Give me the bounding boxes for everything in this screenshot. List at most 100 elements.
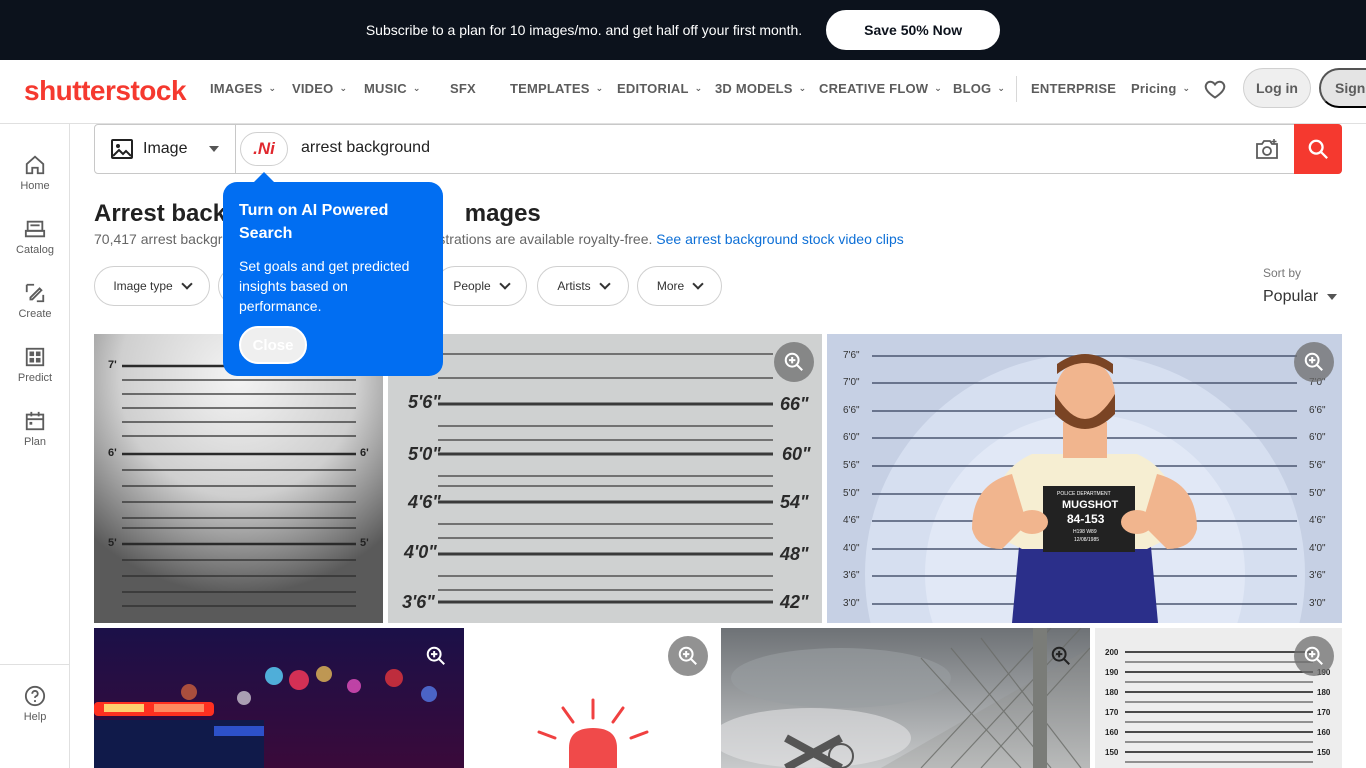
ai-search-tooltip: Turn on AI Powered Search Set goals and …: [223, 172, 443, 376]
zoom-button[interactable]: [1041, 636, 1081, 676]
lineup-label: 7'6": [843, 350, 860, 361]
chevron-down-icon: [692, 278, 704, 290]
nav-divider: [1016, 76, 1017, 102]
lineup-label: 160: [1317, 728, 1331, 737]
lineup-label: 3'0": [1309, 598, 1326, 609]
chevron-down-icon: ⌄: [268, 83, 277, 93]
predict-icon: [25, 347, 45, 367]
search-button[interactable]: [1294, 124, 1342, 174]
shutterstock-logo[interactable]: shutterstock: [24, 75, 187, 107]
lineup-label: 4'0": [1309, 543, 1326, 554]
login-button[interactable]: Log in: [1243, 68, 1311, 108]
nav-pricing[interactable]: Pricing ⌄: [1131, 81, 1190, 96]
home-icon: [25, 155, 45, 175]
chevron-down-icon: [181, 278, 193, 290]
ai-search-toggle[interactable]: .Ni: [240, 132, 288, 166]
search-type-dropdown[interactable]: Image: [95, 125, 236, 173]
zoom-button[interactable]: [668, 636, 708, 676]
sign-number: 84-153: [1067, 512, 1105, 526]
sign-stats: H198 W89: [1073, 529, 1097, 535]
signup-button[interactable]: Sign: [1319, 68, 1366, 108]
heart-icon[interactable]: [1203, 77, 1227, 101]
lineup-label: 4'6": [843, 515, 860, 526]
image-result-prison-fence[interactable]: [721, 628, 1090, 768]
lineup-label: 3'6": [402, 592, 435, 612]
nav-3d-models[interactable]: 3D MODELS ⌄: [715, 81, 806, 96]
camera-search-icon[interactable]: [1255, 138, 1279, 160]
image-result-police-lights[interactable]: [94, 628, 464, 768]
lineup-label: 7': [108, 359, 117, 371]
lineup-label: 48": [780, 544, 809, 564]
nav-blog[interactable]: BLOG ⌄: [953, 81, 1005, 96]
image-result-lineup-wall[interactable]: 5'6" 5'0" 4'6" 4'0" 3'6" 66" 60" 54" 48"…: [388, 334, 822, 623]
sidebar-item-home[interactable]: Home: [0, 154, 70, 192]
sort-dropdown[interactable]: Popular: [1263, 288, 1338, 306]
image-result-lineup-spotlight[interactable]: 7' 6' 5' 6' 5': [94, 334, 383, 623]
tooltip-body: Set goals and get predicted insights bas…: [239, 258, 410, 314]
lineup-label: 150: [1317, 748, 1331, 757]
zoom-button[interactable]: [774, 342, 814, 382]
tooltip-title: Turn on AI Powered Search: [239, 202, 389, 242]
tooltip-close-button[interactable]: Close: [239, 326, 307, 364]
promo-text: Subscribe to a plan for 10 images/mo. an…: [365, 22, 803, 38]
nav-editorial[interactable]: EDITORIAL ⌄: [617, 81, 702, 96]
lineup-label: 54": [780, 492, 809, 512]
prison-fence-image: [721, 628, 1090, 768]
image-result-siren[interactable]: [469, 628, 716, 768]
chevron-down-icon: ⌄: [339, 83, 348, 93]
lineup-label: 190: [1105, 668, 1119, 677]
promo-banner: Subscribe to a plan for 10 images/mo. an…: [0, 0, 1366, 60]
lineup-wall-image: [388, 334, 822, 623]
zoom-button[interactable]: [1294, 342, 1334, 382]
lineup-label: 6': [360, 447, 369, 459]
nav-sfx[interactable]: SFX: [450, 81, 476, 96]
lineup-label: 170: [1317, 708, 1331, 717]
sidebar-item-plan[interactable]: Plan: [0, 410, 70, 448]
lineup-label: 5'6": [408, 392, 441, 412]
lineup-label: 180: [1317, 688, 1331, 697]
search-bar: Image .Ni: [94, 124, 1342, 174]
sidebar-help-section: Help: [0, 664, 70, 768]
sidebar-item-create[interactable]: Create: [0, 282, 70, 320]
video-clips-link[interactable]: See arrest background stock video clips: [656, 231, 903, 247]
filter-image-type[interactable]: Image type: [94, 266, 210, 306]
search-input[interactable]: [301, 139, 1201, 157]
filter-more[interactable]: More: [637, 266, 722, 306]
nav-music[interactable]: MUSIC ⌄: [364, 81, 421, 96]
sidebar-item-predict[interactable]: Predict: [0, 346, 70, 384]
search-icon: [1308, 139, 1328, 159]
zoom-button[interactable]: [1294, 636, 1334, 676]
calendar-icon: [25, 411, 45, 431]
lineup-spotlight-image: [94, 334, 383, 623]
nav-creative-flow[interactable]: CREATIVE FLOW ⌄: [819, 81, 942, 96]
lineup-label: 5'0": [843, 488, 860, 499]
lineup-label: 6'0": [1309, 432, 1326, 443]
image-result-lineup-cm[interactable]: 200 190 180 170 160 150 190 180 170 160 …: [1095, 628, 1342, 768]
nav-video[interactable]: VIDEO ⌄: [292, 81, 347, 96]
sign-date: 12/08/1985: [1074, 537, 1100, 543]
zoom-in-icon: [784, 352, 803, 371]
sign-title: MUGSHOT: [1062, 499, 1119, 511]
lineup-label: 6': [108, 447, 117, 459]
lineup-label: 150: [1105, 748, 1119, 757]
filter-people[interactable]: People: [435, 266, 527, 306]
chevron-down-icon: ⌄: [997, 83, 1006, 93]
nav-images[interactable]: IMAGES ⌄: [210, 81, 276, 96]
save-50-button[interactable]: Save 50% Now: [826, 10, 1001, 50]
zoom-in-icon: [1051, 646, 1070, 665]
lineup-label: 6'0": [843, 432, 860, 443]
chevron-down-icon: [499, 278, 511, 290]
left-sidebar: Home Catalog Create Predict Plan Help: [0, 124, 70, 768]
zoom-button[interactable]: [416, 636, 456, 676]
lineup-label: 7'0": [843, 377, 860, 388]
sidebar-item-catalog[interactable]: Catalog: [0, 218, 70, 256]
chevron-down-icon: [599, 278, 611, 290]
image-result-mugshot-illustration[interactable]: POLICE DEPARTMENT MUGSHOT 84-153 H198 W8…: [827, 334, 1342, 623]
lineup-label: 180: [1105, 688, 1119, 697]
lineup-label: 5'0": [1309, 488, 1326, 499]
nav-enterprise[interactable]: ENTERPRISE: [1031, 81, 1116, 96]
nav-templates[interactable]: TEMPLATES ⌄: [510, 81, 603, 96]
sidebar-item-help[interactable]: Help: [0, 685, 70, 723]
chevron-down-icon: ⌄: [595, 83, 604, 93]
filter-artists[interactable]: Artists: [537, 266, 629, 306]
